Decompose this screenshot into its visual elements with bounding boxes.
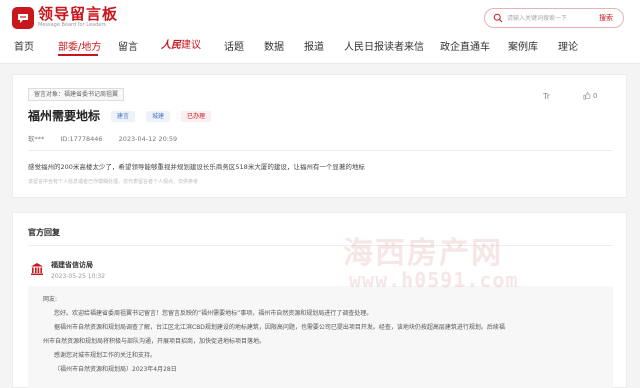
search-button[interactable]: 搜索	[599, 13, 613, 23]
nav-item-topics[interactable]: 话题	[224, 38, 244, 53]
like-button[interactable]: 0	[583, 92, 597, 100]
font-size-toggle[interactable]: Tr	[543, 92, 550, 101]
like-count: 0	[593, 92, 598, 100]
search-box: 搜索	[484, 8, 624, 28]
main-nav: 首页 部委/地方 留言 人民建议 话题 数据 报道 人民日报读者来信 政企直通车…	[0, 34, 640, 58]
message-meta: 软*** ID:17778446 2023-04-12 20:59	[28, 133, 191, 143]
reply-org-name: 福建省信访局	[51, 261, 93, 269]
nav-item-home[interactable]: 首页	[14, 38, 34, 53]
reply-paragraph: 据福州市自然资源和规划局调查了解，台江区北江滨CBD规划建设的地标建筑，因限高问…	[54, 324, 505, 331]
reply-section-title: 官方回复	[28, 228, 60, 237]
tag-suggestion: 建言	[111, 111, 136, 122]
message-id: ID:17778446	[60, 135, 103, 143]
nav-item-theory[interactable]: 理论	[558, 38, 578, 53]
reply-divider	[28, 245, 613, 246]
search-icon	[493, 13, 503, 23]
site-header: 领导留言板 Message Board for Leaders 搜索 首页 部委…	[0, 0, 640, 64]
message-title: 福州需要地标	[28, 109, 101, 123]
thumbs-up-icon	[583, 92, 591, 100]
reply-paragraph: 您好。欢迎给福建省委周祖翼书记留言！您留言反映的“福州需要地标”事项，福州市自然…	[54, 310, 373, 317]
tag-urban-construction: 城建	[146, 111, 171, 122]
nav-brand-mark: 人民	[161, 40, 181, 51]
government-building-icon	[31, 263, 43, 275]
recipient-label[interactable]: 留言对象：福建省委书记周祖翼	[28, 88, 125, 101]
site-logo[interactable]: 领导留言板 Message Board for Leaders	[12, 6, 118, 29]
reply-card: 官方回复 福建省信访局 2023-05-25 10:32 网友: 您好。欢迎给福…	[12, 212, 627, 388]
logo-icon	[12, 6, 34, 29]
status-badge: 已办理	[181, 111, 212, 122]
author-name: 软***	[28, 135, 45, 143]
search-input[interactable]	[507, 12, 593, 25]
reply-content: 网友: 您好。欢迎给福建省委周祖翼书记留言！您留言反映的“福州需要地标”事项，福…	[28, 286, 613, 388]
nav-brand-rest: 建议	[181, 40, 201, 51]
reply-greeting: 网友:	[43, 296, 58, 303]
nav-item-gov-enterprise[interactable]: 政企直通车	[440, 38, 490, 53]
reply-time: 2023-05-25 10:32	[51, 273, 106, 280]
header-divider	[0, 63, 640, 64]
message-card: 留言对象：福建省委书记周祖翼 福州需要地标 建言 城建 已办理 Tr 0 软**…	[12, 74, 627, 198]
nav-item-data[interactable]: 数据	[264, 38, 284, 53]
nav-item-readers-letters[interactable]: 人民日报读者来信	[344, 38, 424, 53]
logo-title: 领导留言板	[38, 5, 119, 23]
nav-item-reports[interactable]: 报道	[304, 38, 324, 53]
watermark-text: 海西房产网	[343, 236, 503, 271]
nav-active-underline	[58, 54, 98, 56]
privacy-disclaimer: 该留言中含有个人信息或者已作模糊处理，仅代表留言者个人观点，仅供参考	[28, 179, 199, 185]
nav-item-case-library[interactable]: 案例库	[508, 38, 538, 53]
reply-paragraph: 感谢您对城市规划工作的关注和支持。	[54, 352, 157, 359]
nav-item-people-suggestion[interactable]: 人民建议	[161, 36, 201, 51]
reply-paragraph: 州市自然资源和规划局将积极与部队沟通，开展项目招商，加快促进地标项目落地。	[43, 338, 266, 345]
message-datetime: 2023-04-12 20:59	[118, 135, 178, 143]
message-body: 感觉福州的200米高楼太少了，希望领导能够重视并规划建设长乐商务区518米大厦的…	[28, 163, 365, 171]
logo-subtitle: Message Board for Leaders	[38, 22, 107, 28]
reply-signature: （福州市自然资源和规划局）2023年4月28日	[54, 366, 177, 373]
nav-item-message[interactable]: 留言	[118, 38, 138, 53]
watermark-url: www.h0591.com	[349, 268, 519, 292]
card-divider	[28, 150, 613, 151]
nav-item-ministries-local[interactable]: 部委/地方	[58, 38, 101, 53]
